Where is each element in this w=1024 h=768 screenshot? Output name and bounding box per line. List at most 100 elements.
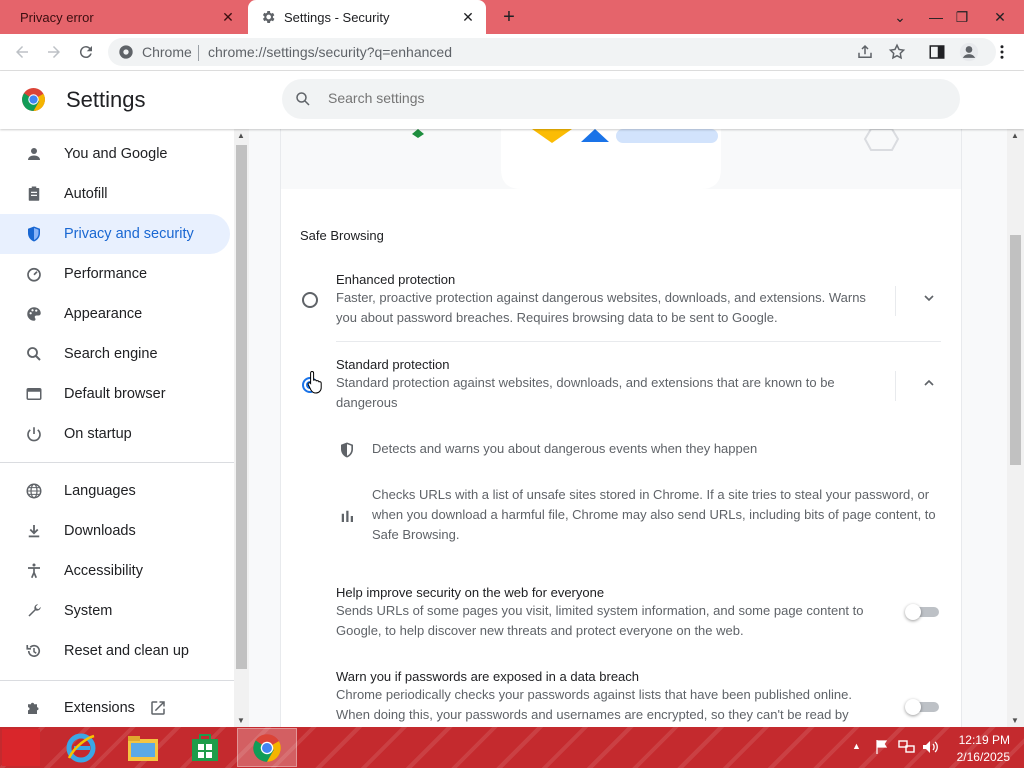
wrench-icon — [24, 601, 44, 621]
close-window-button[interactable]: ✕ — [982, 0, 1018, 34]
sidebar-item-appearance[interactable]: Appearance — [0, 294, 230, 334]
star-icon[interactable] — [888, 43, 906, 66]
sidebar-item-system[interactable]: System — [0, 591, 230, 631]
security-illustration — [281, 129, 961, 189]
settings-header: Settings — [0, 71, 1024, 129]
tab-privacy-error[interactable]: Privacy error ✕ — [0, 0, 244, 34]
sidebar-item-you-and-google[interactable]: You and Google — [0, 134, 230, 174]
section-title: Safe Browsing — [300, 228, 384, 243]
sidebar-item-accessibility[interactable]: Accessibility — [0, 551, 230, 591]
tab-strip: Privacy error ✕ Settings - Security ✕ + … — [0, 0, 1024, 34]
divider — [895, 286, 896, 316]
setting-title: Warn you if passwords are exposed in a d… — [336, 669, 640, 684]
option-title: Enhanced protection — [336, 272, 456, 287]
address-bar[interactable]: Chrome chrome://settings/security?q=enha… — [108, 38, 996, 66]
sidebar-item-languages[interactable]: Languages — [0, 471, 230, 511]
flag-icon[interactable] — [874, 739, 890, 760]
store-icon[interactable] — [179, 729, 231, 766]
scrollbar-thumb[interactable] — [236, 145, 247, 669]
globe-icon — [24, 481, 44, 501]
password-warn-toggle[interactable] — [905, 699, 939, 715]
external-link-icon — [149, 699, 167, 717]
option-desc: Faster, proactive protection against dan… — [336, 290, 866, 325]
setting-title: Help improve security on the web for eve… — [336, 585, 605, 600]
tab-title: Settings - Security — [284, 9, 390, 25]
sidebar-item-downloads[interactable]: Downloads — [0, 511, 230, 551]
chrome-logo-icon — [22, 88, 45, 111]
scroll-down-arrow-icon[interactable]: ▼ — [1011, 716, 1019, 725]
sidebar-scrollbar[interactable]: ▲ ▼ — [234, 129, 249, 727]
sidebar-item-label: Languages — [64, 483, 136, 499]
puzzle-icon — [24, 698, 44, 718]
search-icon — [24, 344, 44, 364]
option-desc: Standard protection against websites, do… — [336, 375, 835, 410]
internet-explorer-icon[interactable] — [55, 729, 107, 766]
clock-date[interactable]: 2/16/2025 — [957, 750, 1010, 764]
setting-desc: Sends URLs of some pages you visit, limi… — [336, 603, 864, 638]
security-card: Safe Browsing Enhanced protection Faster… — [281, 129, 961, 727]
divider — [198, 45, 199, 61]
taskbar: ▲ 12:19 PM 2/16/2025 — [0, 727, 1024, 768]
accessibility-icon — [24, 561, 44, 581]
sidebar-item-default-browser[interactable]: Default browser — [0, 374, 230, 414]
sidebar-item-label: Search engine — [64, 346, 158, 362]
search-icon — [296, 92, 310, 106]
menu-dots-icon[interactable] — [992, 42, 1012, 62]
search-settings-field[interactable] — [282, 79, 960, 119]
chevron-down-icon[interactable] — [921, 290, 937, 311]
restore-button[interactable]: ❐ — [944, 0, 980, 34]
option-title: Standard protection — [336, 357, 450, 372]
profile-avatar-icon[interactable] — [959, 42, 979, 62]
sidebar-item-label: Default browser — [64, 386, 166, 402]
share-icon[interactable] — [856, 43, 874, 66]
detail-text: Detects and warns you about dangerous ev… — [372, 441, 758, 456]
start-button[interactable] — [2, 729, 40, 766]
volume-icon[interactable] — [922, 739, 940, 760]
scroll-up-arrow-icon[interactable]: ▲ — [1011, 131, 1019, 140]
scroll-down-arrow-icon[interactable]: ▼ — [237, 716, 245, 725]
chrome-taskbar-icon[interactable] — [237, 728, 297, 767]
show-hidden-icons-icon[interactable]: ▲ — [852, 741, 861, 751]
side-panel-icon[interactable] — [927, 42, 947, 62]
clock-time[interactable]: 12:19 PM — [959, 733, 1010, 747]
browser-icon — [24, 384, 44, 404]
sidebar-item-on-startup[interactable]: On startup — [0, 414, 230, 454]
chevron-down-icon[interactable]: ⌄ — [882, 0, 918, 34]
close-icon[interactable]: ✕ — [220, 9, 236, 25]
network-icon[interactable] — [898, 739, 916, 760]
enhanced-protection-radio[interactable] — [302, 292, 318, 308]
chevron-up-icon[interactable] — [921, 375, 937, 396]
main-scrollbar[interactable]: ▲ ▼ — [1007, 129, 1024, 727]
forward-arrow-icon[interactable] — [44, 42, 64, 62]
help-improve-toggle[interactable] — [905, 604, 939, 620]
sidebar-item-privacy-and-security[interactable]: Privacy and security — [0, 214, 230, 254]
file-explorer-icon[interactable] — [117, 729, 169, 766]
person-icon — [24, 144, 44, 164]
sidebar-item-reset-and-clean-up[interactable]: Reset and clean up — [0, 631, 230, 671]
scrollbar-thumb[interactable] — [1010, 235, 1021, 465]
chrome-site-icon — [119, 45, 133, 59]
setting-desc: Chrome periodically checks your password… — [336, 687, 852, 722]
url-text[interactable]: chrome://settings/security?q=enhanced — [208, 44, 452, 60]
power-icon — [24, 424, 44, 444]
sidebar-item-label: Privacy and security — [64, 226, 194, 242]
sidebar-item-autofill[interactable]: Autofill — [0, 174, 230, 214]
search-input[interactable] — [326, 89, 930, 107]
reload-icon[interactable] — [76, 42, 96, 62]
sidebar-item-label: Performance — [64, 266, 148, 282]
sidebar-item-extensions[interactable]: Extensions — [0, 688, 230, 728]
sidebar-item-label: System — [64, 603, 113, 619]
sidebar-item-label: On startup — [64, 426, 132, 442]
tab-settings-security[interactable]: Settings - Security ✕ — [248, 0, 486, 34]
sidebar-item-performance[interactable]: Performance — [0, 254, 230, 294]
sidebar-item-label: You and Google — [64, 146, 168, 162]
scroll-up-arrow-icon[interactable]: ▲ — [237, 131, 245, 140]
back-arrow-icon[interactable] — [12, 42, 32, 62]
divider — [336, 341, 941, 342]
sidebar-item-search-engine[interactable]: Search engine — [0, 334, 230, 374]
shield-icon — [24, 224, 44, 244]
new-tab-button[interactable]: + — [498, 6, 520, 28]
tab-title: Privacy error — [20, 9, 94, 25]
close-icon[interactable]: ✕ — [460, 9, 476, 25]
toolbar: Chrome chrome://settings/security?q=enha… — [0, 34, 1024, 71]
